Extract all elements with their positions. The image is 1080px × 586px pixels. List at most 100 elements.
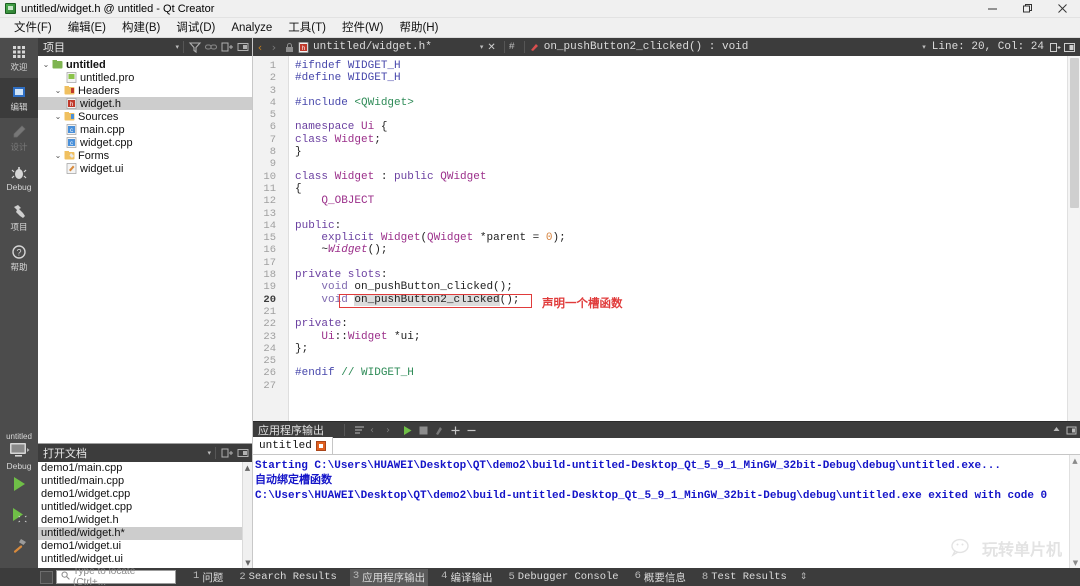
expand-all-icon[interactable] bbox=[220, 40, 234, 54]
status-item-debugger-console[interactable]: 5 Debugger Console bbox=[505, 570, 621, 584]
next-icon[interactable]: › bbox=[386, 425, 397, 436]
output-scrollbar[interactable]: ▲ ▼ bbox=[1069, 455, 1080, 568]
menu-file[interactable]: 文件(F) bbox=[6, 18, 60, 38]
maximize-pane-icon[interactable] bbox=[1051, 425, 1062, 436]
list-item[interactable]: untitled/widget.cpp bbox=[38, 501, 252, 514]
hammer-icon[interactable] bbox=[10, 537, 28, 558]
sidebar-item-design[interactable]: 设计 bbox=[0, 118, 38, 158]
status-item-general-messages[interactable]: 6 概要信息 bbox=[632, 569, 689, 586]
open-documents-list[interactable]: demo1/main.cpp untitled/main.cpp demo1/w… bbox=[38, 462, 252, 568]
forward-chevron-icon[interactable]: › bbox=[267, 41, 281, 54]
split-icon[interactable] bbox=[236, 446, 250, 460]
menu-tools[interactable]: 工具(T) bbox=[280, 18, 334, 38]
status-item-search-results[interactable]: 2 Search Results bbox=[236, 570, 340, 584]
scroll-up-icon[interactable]: ▲ bbox=[243, 462, 252, 473]
zoom-out-icon[interactable] bbox=[466, 425, 477, 436]
line-number: 15 bbox=[263, 232, 276, 245]
restore-icon[interactable] bbox=[1010, 0, 1045, 18]
symbol-selector-label[interactable]: on_pushButton2_clicked() : void bbox=[544, 41, 749, 53]
svg-text:h: h bbox=[70, 102, 73, 108]
code-editor[interactable]: 1 2 3 4 5 6 7 8 9 10 11 12 13 14 15 16 1 bbox=[253, 56, 1080, 421]
chevron-down-icon[interactable]: ⌄ bbox=[52, 112, 64, 121]
editor-file-selector[interactable]: h untitled/widget.h* bbox=[298, 41, 432, 53]
output-line: 自动绑定槽函数 bbox=[255, 475, 332, 487]
sidebar-item-edit[interactable]: 编辑 bbox=[0, 78, 38, 118]
sidebar-item-projects[interactable]: 项目 bbox=[0, 198, 38, 238]
status-item-compile-output[interactable]: 4 编译输出 bbox=[438, 569, 495, 586]
lock-icon[interactable] bbox=[284, 42, 295, 53]
search-input[interactable]: Type to locate (Ctrl+... bbox=[56, 566, 176, 586]
chevron-down-icon[interactable]: ⌄ bbox=[40, 60, 52, 69]
list-item[interactable]: untitled/widget.ui bbox=[38, 553, 252, 566]
hash-icon[interactable]: # bbox=[509, 42, 520, 53]
dropdown-icon[interactable]: ▾ bbox=[175, 43, 179, 51]
sidebar-item-welcome[interactable]: 欢迎 bbox=[0, 38, 38, 78]
run-triangle-icon[interactable] bbox=[10, 475, 28, 496]
filter-icon[interactable] bbox=[188, 40, 202, 54]
split-horizontal-icon[interactable] bbox=[1050, 42, 1061, 53]
table-row[interactable]: ⌄ Forms bbox=[38, 149, 252, 162]
menu-analyze[interactable]: Analyze bbox=[223, 18, 280, 38]
table-row[interactable]: untitled.pro bbox=[38, 71, 252, 84]
scrollbar[interactable]: ▲ ▼ bbox=[242, 462, 252, 568]
list-item[interactable]: untitled/main.cpp bbox=[38, 475, 252, 488]
list-item[interactable]: demo1/widget.cpp bbox=[38, 488, 252, 501]
close-pane-icon[interactable] bbox=[1066, 425, 1077, 436]
list-item[interactable]: untitled/widget.h* bbox=[38, 527, 252, 540]
table-row[interactable]: c widget.cpp bbox=[38, 136, 252, 149]
chevron-down-icon[interactable]: ⌄ bbox=[52, 151, 64, 160]
scrollbar-thumb[interactable] bbox=[1070, 58, 1079, 208]
code-text-area[interactable]: #ifndef WIDGET_H #define WIDGET_H #inclu… bbox=[289, 56, 1067, 421]
sidebar-item-debug[interactable]: Debug bbox=[0, 158, 38, 198]
scroll-up-icon[interactable]: ▲ bbox=[1070, 455, 1080, 466]
tab-untitled[interactable]: untitled bbox=[253, 437, 333, 454]
status-item-issues[interactable]: 1 问题 bbox=[190, 569, 226, 586]
back-chevron-icon[interactable]: ‹ bbox=[253, 41, 267, 54]
prev-icon[interactable]: ‹ bbox=[370, 425, 381, 436]
expand-icon[interactable] bbox=[220, 446, 234, 460]
menu-build[interactable]: 构建(B) bbox=[114, 18, 168, 38]
close-icon[interactable] bbox=[1045, 0, 1080, 18]
menu-help[interactable]: 帮助(H) bbox=[391, 18, 446, 38]
scroll-down-icon[interactable]: ▼ bbox=[243, 557, 252, 568]
table-row[interactable]: c main.cpp bbox=[38, 123, 252, 136]
minimize-icon[interactable] bbox=[975, 0, 1010, 18]
list-item[interactable]: demo1/widget.ui bbox=[38, 540, 252, 553]
left-dock: 项目 ▾ ⌄ untitled untitled.pro ⌄ Headers h… bbox=[38, 38, 253, 568]
table-row[interactable]: widget.ui bbox=[38, 162, 252, 175]
stop-icon[interactable] bbox=[418, 425, 429, 436]
table-row[interactable]: h widget.h bbox=[38, 97, 252, 110]
link-icon[interactable] bbox=[204, 40, 218, 54]
status-item-application-output[interactable]: 3 应用程序输出 bbox=[349, 568, 429, 586]
output-text-area[interactable]: Starting C:\Users\HUAWEI\Desktop\QT\demo… bbox=[253, 455, 1080, 568]
sidebar-toggle-icon[interactable] bbox=[40, 570, 53, 584]
zoom-in-icon[interactable] bbox=[450, 425, 461, 436]
status-item-test-results[interactable]: 8 Test Results bbox=[699, 570, 790, 584]
menu-edit[interactable]: 编辑(E) bbox=[60, 18, 114, 38]
list-item[interactable]: demo1/main.cpp bbox=[38, 462, 252, 475]
resize-grip-icon[interactable]: ⇕ bbox=[800, 572, 808, 582]
run-icon[interactable] bbox=[402, 425, 413, 436]
word-wrap-icon[interactable] bbox=[354, 425, 365, 436]
debug-run-icon[interactable] bbox=[10, 506, 28, 527]
close-document-icon[interactable]: ✕ bbox=[483, 42, 499, 53]
split-icon[interactable] bbox=[236, 40, 250, 54]
table-row[interactable]: ⌄ Headers bbox=[38, 84, 252, 97]
table-row[interactable]: ⌄ untitled bbox=[38, 58, 252, 71]
attach-icon[interactable] bbox=[434, 425, 445, 436]
project-tree[interactable]: ⌄ untitled untitled.pro ⌄ Headers h widg… bbox=[38, 56, 252, 443]
dropdown-icon[interactable]: ▾ bbox=[207, 449, 211, 457]
editor-scrollbar[interactable] bbox=[1067, 56, 1080, 421]
kit-selector[interactable]: untitled Debug bbox=[0, 430, 38, 475]
scroll-down-icon[interactable]: ▼ bbox=[1070, 557, 1080, 568]
list-item[interactable]: demo1/widget.h bbox=[38, 514, 252, 527]
sidebar-item-help[interactable]: ? 帮助 bbox=[0, 238, 38, 278]
menu-debug[interactable]: 调试(D) bbox=[168, 18, 223, 38]
menu-window[interactable]: 控件(W) bbox=[334, 18, 392, 38]
stop-square-icon[interactable] bbox=[315, 440, 326, 451]
chevron-down-icon[interactable]: ⌄ bbox=[52, 86, 64, 95]
table-row[interactable]: ⌄ Sources bbox=[38, 110, 252, 123]
line-number: 18 bbox=[263, 269, 276, 282]
unsplit-icon[interactable] bbox=[1064, 42, 1075, 53]
dropdown-icon[interactable]: ▾ bbox=[922, 43, 926, 51]
